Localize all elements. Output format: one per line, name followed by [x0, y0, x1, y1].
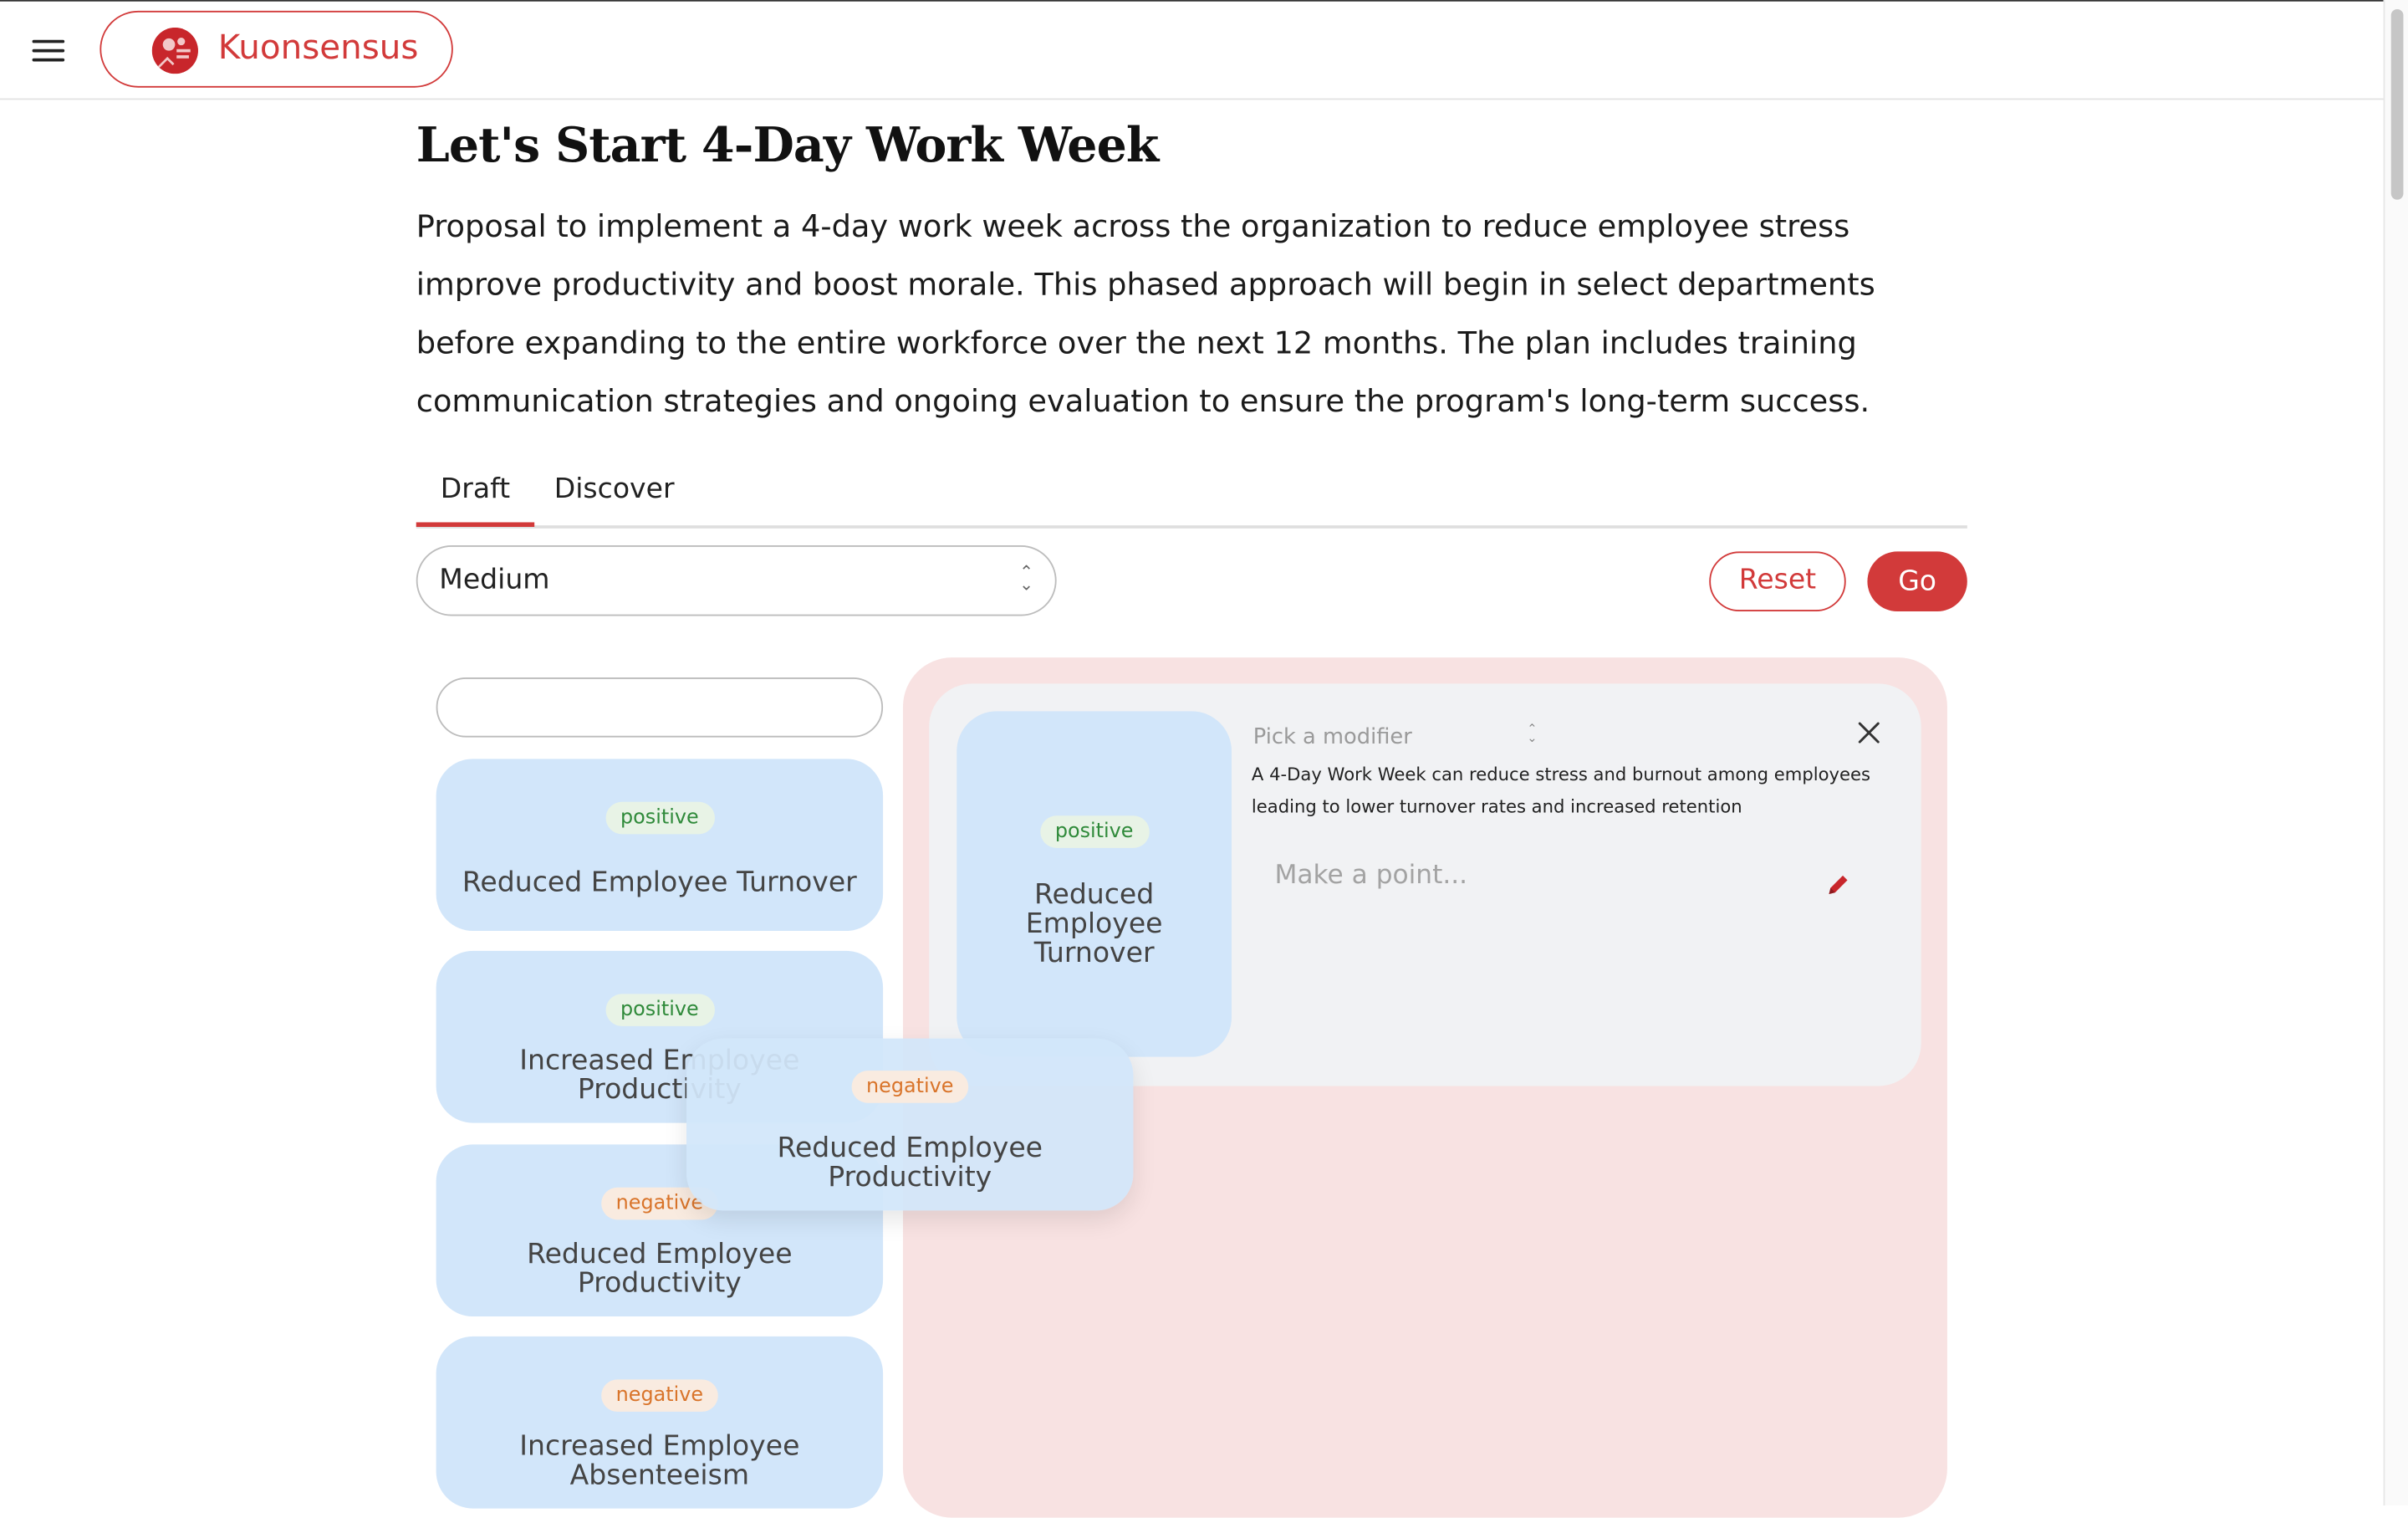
card-title: Reduced Employee Productivity: [527, 1238, 793, 1300]
chevron-updown-icon: ⌃ ⌄: [1527, 722, 1538, 745]
page-scrollbar[interactable]: [2383, 0, 2408, 1505]
tag-badge: positive: [605, 994, 715, 1026]
card-title: Increased Employee Absenteeism: [519, 1429, 800, 1492]
filter-input[interactable]: [436, 677, 884, 738]
scrollbar-thumb[interactable]: [2390, 9, 2404, 200]
list-item[interactable]: negative Increased Employee Absenteeism: [436, 1336, 884, 1509]
card-description: A 4-Day Work Week can reduce stress and …: [1251, 763, 1871, 818]
hamburger-icon[interactable]: [31, 33, 68, 67]
brand-label: Kuonsensus: [217, 28, 419, 68]
page-title: Let's Start 4-Day Work Week: [416, 118, 1160, 174]
tab-bar: Draft Discover: [416, 467, 1967, 529]
dragging-card[interactable]: negative Reduced Employee Productivity: [686, 1038, 1134, 1211]
pencil-icon[interactable]: [1826, 872, 1850, 897]
proposal-description: Proposal to implement a 4-day work week …: [416, 207, 1875, 420]
tab-discover[interactable]: Discover: [553, 467, 676, 522]
level-select-value: Medium: [439, 564, 550, 596]
tag-badge: positive: [605, 801, 715, 835]
app-header: Kuonsensus: [0, 1, 2384, 100]
tag-badge: positive: [1039, 815, 1149, 848]
close-icon[interactable]: [1854, 718, 1885, 749]
tab-draft[interactable]: Draft: [416, 467, 535, 527]
list-item[interactable]: positive Reduced Employee Turnover: [436, 759, 884, 932]
kuonsensus-logo-icon: [151, 28, 198, 74]
tag-badge: negative: [600, 1379, 719, 1412]
brand-button[interactable]: Kuonsensus: [99, 10, 453, 88]
go-button[interactable]: Go: [1867, 551, 1967, 612]
level-select[interactable]: Medium ⌃ ⌄: [416, 545, 1057, 616]
card-title: Reduced Employee Productivity: [777, 1132, 1043, 1194]
selected-card[interactable]: positive Reduced Employee Turnover: [957, 711, 1232, 1057]
reset-button[interactable]: Reset: [1709, 551, 1846, 612]
modifier-placeholder: Pick a modifier: [1252, 724, 1412, 750]
modifier-select[interactable]: Pick a modifier ⌃ ⌄: [1253, 720, 1538, 751]
card-title: Reduced Employee Turnover: [462, 866, 857, 899]
make-point-input[interactable]: Make a point...: [1274, 861, 1467, 892]
chevron-updown-icon: ⌃ ⌄: [1019, 562, 1034, 595]
card-title: Reduced Employee Turnover: [1025, 878, 1163, 969]
tag-badge: negative: [850, 1071, 969, 1103]
